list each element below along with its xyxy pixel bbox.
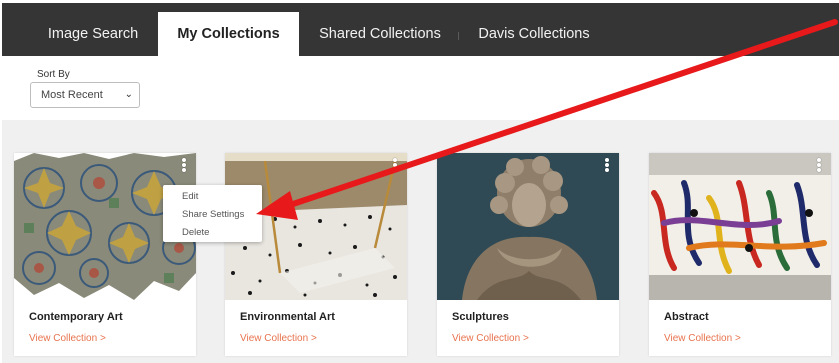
menu-item-delete[interactable]: Delete <box>182 227 209 238</box>
collection-card[interactable]: Environmental Art View Collection > <box>225 153 407 356</box>
sort-by-label: Sort By <box>37 69 70 80</box>
view-collection-link[interactable]: View Collection > <box>664 333 741 344</box>
collection-title: Contemporary Art <box>29 311 123 323</box>
vertical-dots-icon[interactable] <box>603 157 611 175</box>
collection-thumbnail[interactable] <box>437 153 619 300</box>
vertical-dots-icon[interactable] <box>180 157 188 175</box>
tab-divider <box>458 32 459 40</box>
collection-card[interactable]: Abstract View Collection > <box>649 153 831 356</box>
vertical-dots-icon[interactable] <box>815 157 823 175</box>
view-collection-link[interactable]: View Collection > <box>240 333 317 344</box>
collection-title: Sculptures <box>452 311 509 323</box>
tab-my-collections[interactable]: My Collections <box>158 12 299 56</box>
collection-thumbnail[interactable] <box>649 153 831 300</box>
sort-select[interactable]: Most Recent ⌄ <box>30 82 140 108</box>
collection-context-menu: Edit Share Settings Delete <box>163 185 262 242</box>
sort-select-value: Most Recent <box>41 89 103 101</box>
collection-card[interactable]: Contemporary Art View Collection > <box>14 153 196 356</box>
tab-image-search[interactable]: Image Search <box>32 12 154 56</box>
tab-davis-collections[interactable]: Davis Collections <box>464 12 604 56</box>
sort-toolbar: Sort By Most Recent ⌄ <box>2 56 839 120</box>
view-collection-link[interactable]: View Collection > <box>29 333 106 344</box>
collection-title: Environmental Art <box>240 311 335 323</box>
vertical-dots-icon[interactable] <box>391 157 399 175</box>
menu-item-share-settings[interactable]: Share Settings <box>182 209 244 220</box>
top-navbar: Image Search My Collections Shared Colle… <box>2 3 839 56</box>
menu-item-edit[interactable]: Edit <box>182 191 198 202</box>
collection-title: Abstract <box>664 311 709 323</box>
view-collection-link[interactable]: View Collection > <box>452 333 529 344</box>
chevron-down-icon: ⌄ <box>124 89 133 100</box>
collection-card[interactable]: Sculptures View Collection > <box>437 153 619 356</box>
tab-shared-collections[interactable]: Shared Collections <box>306 12 454 56</box>
